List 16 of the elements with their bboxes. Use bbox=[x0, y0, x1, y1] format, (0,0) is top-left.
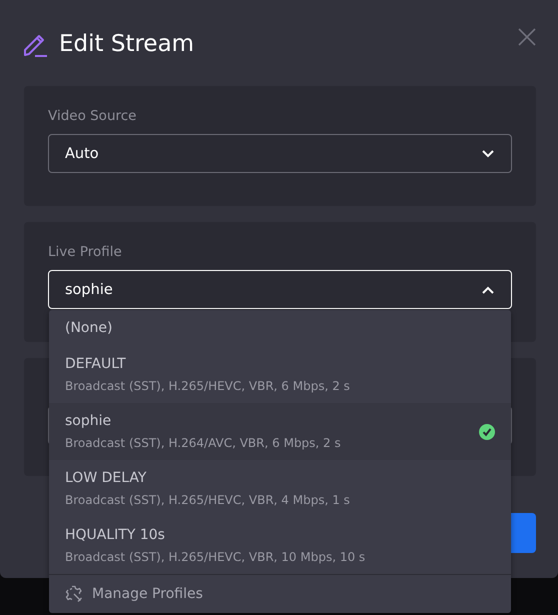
menu-option[interactable]: sophie Broadcast (SST), H.264/AVC, VBR, 6 Mbps, 2 s bbox=[49, 403, 511, 460]
manage-profiles-item[interactable]: Manage Profiles bbox=[49, 574, 511, 613]
check-icon bbox=[479, 424, 495, 440]
menu-option[interactable]: DEFAULT Broadcast (SST), H.265/HEVC, VBR, 6 Mbps, 2 s bbox=[49, 346, 511, 403]
menu-option[interactable]: (None) bbox=[49, 310, 511, 346]
chevron-up-icon bbox=[482, 286, 494, 294]
close-icon[interactable] bbox=[518, 28, 536, 46]
chevron-down-icon bbox=[482, 150, 494, 158]
menu-option[interactable]: LOW DELAY Broadcast (SST), H.265/HEVC, VBR, 4 Mbps, 1 s bbox=[49, 460, 511, 517]
dropdown-field[interactable]: sophie bbox=[48, 270, 512, 309]
menu-option[interactable]: HQUALITY 10s Broadcast (SST), H.265/HEVC, VBR, 10 Mbps, 10 s bbox=[49, 517, 511, 574]
field-label: Video Source bbox=[48, 108, 138, 126]
gear-wrench-icon bbox=[65, 585, 83, 603]
dropdown-field[interactable]: Auto bbox=[48, 134, 512, 173]
dialog-title: Edit Stream bbox=[59, 31, 196, 57]
field-label: Live Profile bbox=[48, 244, 123, 262]
